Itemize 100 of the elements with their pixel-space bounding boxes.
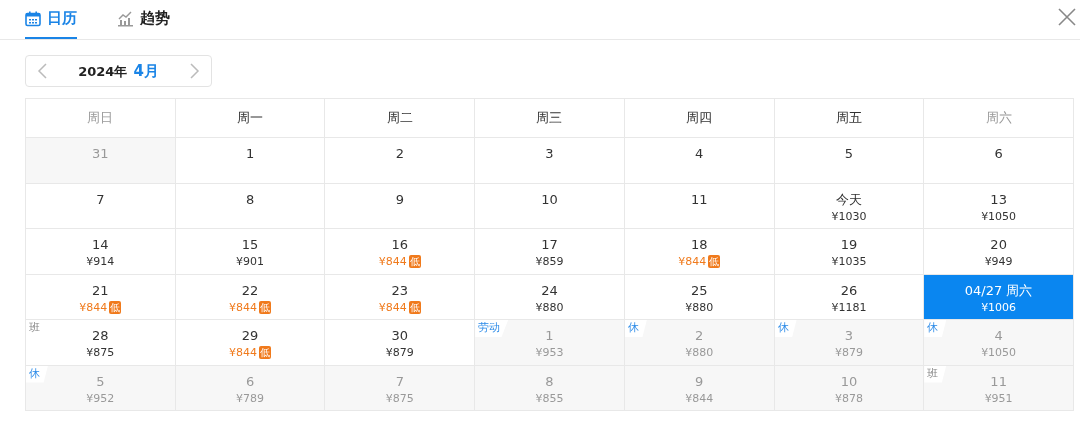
calendar-day-cell[interactable]: 30 ¥879: [325, 320, 476, 366]
price-label: ¥953: [535, 345, 564, 360]
day-number: 4: [695, 145, 704, 163]
low-price-badge: 低: [259, 300, 272, 314]
calendar-day-cell[interactable]: 23 ¥844 低: [325, 274, 476, 320]
bar-chart-icon: [117, 10, 134, 27]
price-label: ¥789: [236, 390, 265, 406]
next-month-icon[interactable]: [187, 62, 201, 80]
day-number: 04/27 周六: [964, 281, 1033, 300]
day-number: 23: [391, 281, 409, 300]
calendar-day-cell[interactable]: 24 ¥880: [475, 274, 625, 320]
calendar-icon: [25, 10, 41, 27]
close-icon[interactable]: [1056, 6, 1078, 28]
calendar-day-cell[interactable]: 04/27 周六 ¥1006: [924, 274, 1074, 320]
price-label: ¥875: [385, 390, 414, 406]
tab[interactable]: 趋势: [117, 0, 170, 39]
calendar-day-cell[interactable]: 17 ¥859: [475, 229, 625, 275]
calendar-day-cell[interactable]: 20 ¥949: [924, 229, 1074, 275]
holiday-tag: 劳动: [475, 320, 509, 337]
calendar-day-cell[interactable]: 今天 ¥1030: [774, 183, 925, 229]
day-number: 25: [690, 281, 708, 300]
day-number: 29: [241, 327, 259, 345]
day-number: 20: [990, 236, 1007, 254]
holiday-tag: 休: [774, 320, 797, 337]
calendar-day-cell[interactable]: 26 ¥1181: [774, 274, 925, 320]
calendar-day-cell[interactable]: 14 ¥914: [26, 229, 176, 275]
day-number: 10: [840, 372, 858, 391]
day-number: 19: [840, 236, 858, 254]
day-number: 2: [395, 145, 404, 163]
day-number: 21: [92, 281, 109, 300]
calendar-day-cell[interactable]: 2: [325, 138, 476, 184]
calendar-day-cell[interactable]: 9: [325, 183, 476, 229]
price-label: ¥844: [79, 299, 108, 315]
low-price-badge: 低: [259, 346, 272, 359]
day-number: 6: [994, 145, 1003, 163]
day-number: 11: [690, 190, 708, 209]
price-label: ¥1050: [981, 345, 1017, 360]
day-number: 15: [241, 236, 259, 254]
price-label: ¥952: [86, 390, 115, 406]
calendar-day-cell[interactable]: 7: [26, 183, 176, 229]
price-label: ¥844: [678, 254, 707, 269]
price-label: ¥901: [236, 254, 265, 269]
previous-month-icon[interactable]: [36, 62, 50, 80]
price-label: ¥1181: [831, 299, 867, 315]
holiday-tag: 休: [924, 320, 947, 337]
calendar-day-cell[interactable]: 8: [175, 183, 326, 229]
calendar-day-cell[interactable]: 15 ¥901: [175, 229, 326, 275]
calendar-day-cell[interactable]: 16 ¥844 低: [325, 229, 476, 275]
day-number: 28: [92, 327, 109, 345]
calendar-day-cell[interactable]: 25 ¥880: [624, 274, 775, 320]
calendar-day-cell[interactable]: 11: [624, 183, 775, 229]
calendar-day-cell[interactable]: 5: [774, 138, 925, 184]
calendar-day-cell[interactable]: 22 ¥844 低: [175, 274, 326, 320]
day-number: 9: [695, 372, 704, 391]
calendar-day-cell[interactable]: 4 ¥1050 休: [924, 320, 1074, 366]
day-number: 3: [844, 327, 854, 345]
price-label: ¥1035: [831, 254, 867, 269]
calendar-day-cell[interactable]: 2 ¥880 休: [624, 320, 775, 366]
day-number: 22: [241, 281, 259, 300]
day-number: 3: [545, 145, 554, 163]
day-number: 8: [545, 372, 554, 391]
calendar-day-cell[interactable]: 3 ¥879 休: [774, 320, 925, 366]
day-number: 4: [994, 327, 1003, 345]
day-number: 14: [92, 236, 109, 254]
day-number: 10: [541, 190, 558, 209]
price-label: ¥844: [685, 390, 714, 406]
low-price-badge: 低: [408, 255, 421, 268]
day-number: 30: [391, 327, 409, 345]
tab[interactable]: 日历: [25, 0, 77, 39]
year-label: 2024年: [78, 62, 128, 81]
price-label: ¥951: [984, 390, 1013, 406]
price-label: ¥879: [385, 345, 414, 360]
calendar-day-cell[interactable]: 11 ¥951 班: [924, 365, 1074, 411]
price-label: ¥1050: [981, 208, 1017, 224]
low-price-badge: 低: [708, 255, 721, 268]
calendar-day-cell[interactable]: 10: [475, 183, 625, 229]
price-label: ¥1030: [831, 208, 867, 224]
day-number: 26: [840, 281, 858, 300]
calendar-day-cell[interactable]: 29 ¥844 低: [175, 320, 326, 366]
calendar-day-cell[interactable]: 21 ¥844 低: [26, 274, 176, 320]
calendar-day-cell[interactable]: 3: [475, 138, 625, 184]
price-label: ¥949: [984, 254, 1013, 269]
day-number: 1: [245, 145, 255, 163]
calendar-day-cell[interactable]: 19 ¥1035: [774, 229, 925, 275]
calendar-day-cell[interactable]: 1 ¥953 劳动: [475, 320, 625, 366]
calendar-day-cell[interactable]: 18 ¥844 低: [624, 229, 775, 275]
day-number: 6: [245, 372, 255, 391]
holiday-tag: 休: [624, 320, 647, 337]
calendar-day-cell[interactable]: 4: [624, 138, 775, 184]
calendar-day-cell[interactable]: 1: [175, 138, 326, 184]
calendar-day-cell[interactable]: 5 ¥952 休: [26, 365, 176, 411]
day-number: 13: [990, 190, 1007, 209]
price-label: ¥880: [685, 345, 714, 360]
day-number: 31: [92, 145, 109, 163]
calendar-day-cell[interactable]: 28 ¥875 班: [26, 320, 176, 366]
day-number: 8: [245, 190, 255, 209]
day-number: 5: [96, 372, 105, 391]
calendar-day-cell[interactable]: 6: [924, 138, 1074, 184]
price-label: ¥878: [834, 390, 863, 406]
calendar-day-cell[interactable]: 13 ¥1050: [924, 183, 1074, 229]
